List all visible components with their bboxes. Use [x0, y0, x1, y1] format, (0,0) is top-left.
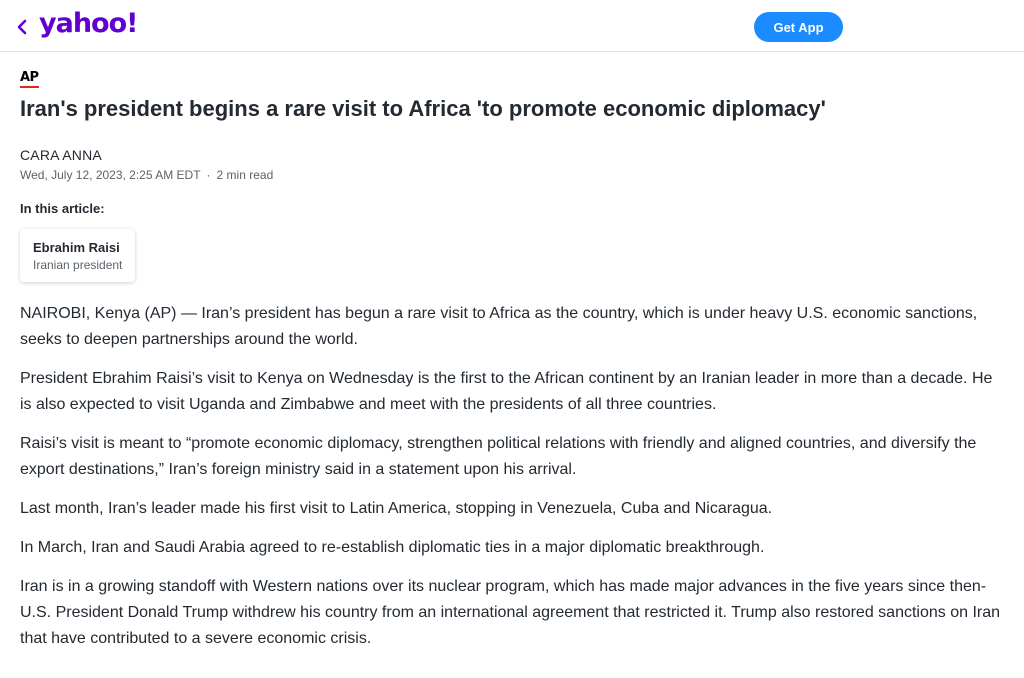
top-bar: yahoo! Get App: [0, 0, 1024, 52]
article-body: NAIROBI, Kenya (AP) — Iran’s president h…: [20, 301, 1004, 652]
entity-name: Ebrahim Raisi: [33, 240, 120, 255]
meta-separator: ·: [206, 168, 211, 182]
article-container: AP Iran's president begins a rare visit …: [0, 52, 1024, 652]
ap-source-logo[interactable]: AP: [20, 70, 39, 88]
article-headline: Iran's president begins a rare visit to …: [20, 96, 826, 121]
get-app-button[interactable]: Get App: [754, 12, 843, 42]
entity-role: Iranian president: [33, 258, 123, 272]
article-paragraph: President Ebrahim Raisi’s visit to Kenya…: [20, 370, 993, 413]
publish-date: Wed, July 12, 2023, 2:25 AM EDT: [20, 168, 201, 182]
article-paragraph: Raisi’s visit is meant to “promote econo…: [20, 435, 977, 478]
article-meta: Wed, July 12, 2023, 2:25 AM EDT · 2 min re…: [20, 168, 1004, 182]
article-paragraph: Iran is in a growing standoff with Weste…: [20, 578, 1001, 647]
article-paragraph: NAIROBI, Kenya (AP) — Iran’s president h…: [20, 305, 978, 348]
read-time: 2 min read: [216, 168, 274, 182]
yahoo-logo[interactable]: yahoo!: [39, 8, 138, 39]
article-paragraph: In March, Iran and Saudi Arabia agreed t…: [20, 539, 765, 556]
in-this-article-label: In this article:: [20, 201, 105, 216]
article-paragraph: Last month, Iran’s leader made his first…: [20, 500, 773, 517]
author-name: CARA ANNA: [20, 147, 102, 163]
back-arrow-icon[interactable]: [14, 16, 32, 38]
entity-card-ebrahim-raisi[interactable]: Ebrahim Raisi Iranian president: [20, 229, 136, 282]
